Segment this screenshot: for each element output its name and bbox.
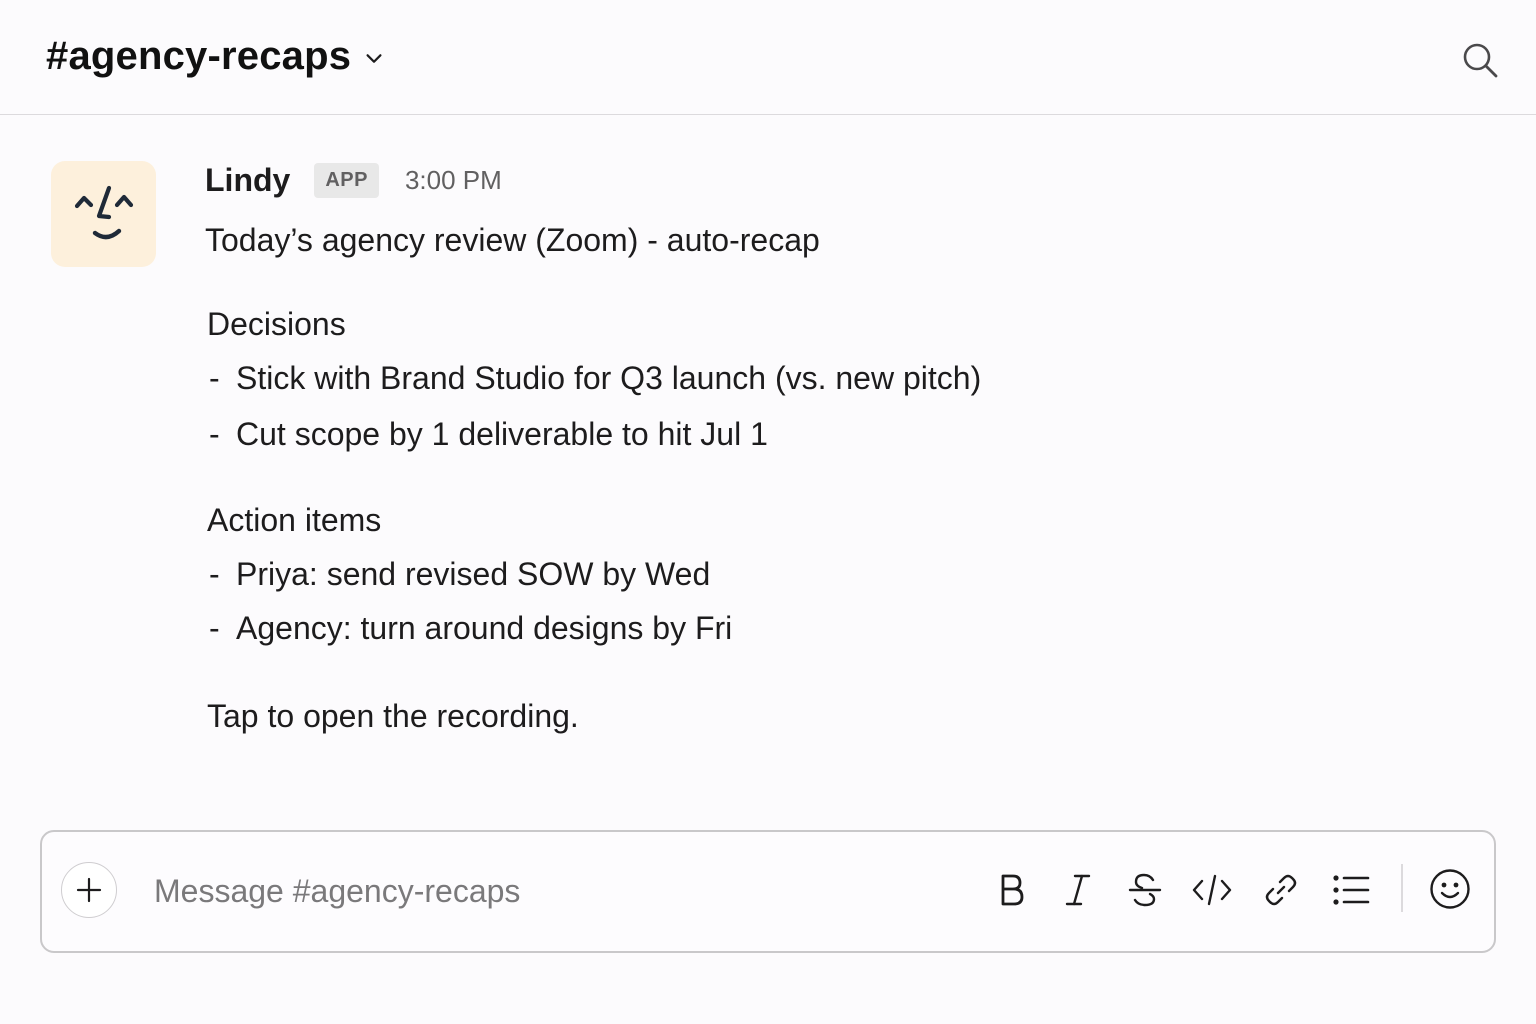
strikethrough-button[interactable] [1123, 868, 1167, 912]
avatar[interactable] [51, 161, 156, 267]
toolbar-divider [1401, 864, 1403, 912]
emoji-button[interactable] [1427, 866, 1473, 912]
bold-icon [1001, 874, 1024, 906]
action-item-text: Agency: turn around designs by Fri [236, 610, 733, 646]
add-attachment-button[interactable] [61, 862, 117, 918]
slack-channel-view: #agency-recaps Lindy APP 3:00 PM Today’s… [0, 0, 1536, 1024]
action-item-text: Priya: send revised SOW by Wed [236, 556, 711, 592]
bullet-marker: - [209, 416, 220, 452]
bold-button[interactable] [990, 868, 1034, 912]
message-title: Today’s agency review (Zoom) - auto-reca… [205, 222, 820, 258]
add-icon [76, 877, 102, 903]
message-header: Lindy APP 3:00 PM [205, 162, 502, 199]
code-button[interactable] [1190, 868, 1234, 912]
lindy-face-icon [74, 185, 133, 240]
bulleted-list-icon [1333, 875, 1370, 905]
bullet-marker: - [209, 556, 220, 592]
message-input[interactable] [154, 868, 954, 914]
code-icon [1192, 874, 1232, 906]
sender-name[interactable]: Lindy [205, 162, 290, 199]
recording-link-text[interactable]: Tap to open the recording. [207, 696, 579, 736]
decisions-heading: Decisions [207, 306, 346, 342]
bullet-marker: - [209, 360, 220, 396]
list-item: - Agency: turn around designs by Fri [205, 608, 732, 648]
link-icon [1265, 874, 1297, 906]
channel-title-button[interactable]: #agency-recaps [46, 34, 385, 79]
chevron-down-icon [366, 53, 382, 63]
emoji-icon [1430, 869, 1470, 909]
search-button[interactable] [1460, 40, 1500, 80]
list-item: - Cut scope by 1 deliverable to hit Jul … [205, 414, 768, 454]
timestamp[interactable]: 3:00 PM [405, 165, 502, 196]
decision-text: Cut scope by 1 deliverable to hit Jul 1 [236, 416, 768, 452]
bulleted-list-button[interactable] [1329, 868, 1373, 912]
link-button[interactable] [1259, 868, 1303, 912]
action-items-heading: Action items [207, 502, 382, 538]
italic-button[interactable] [1056, 868, 1100, 912]
bullet-marker: - [209, 610, 220, 646]
list-item: - Priya: send revised SOW by Wed [205, 554, 710, 594]
channel-header: #agency-recaps [0, 0, 1536, 115]
message-composer [40, 830, 1496, 953]
search-icon [1463, 43, 1498, 78]
app-badge: APP [314, 163, 379, 198]
list-item: - Stick with Brand Studio for Q3 launch … [205, 358, 981, 398]
decision-text: Stick with Brand Studio for Q3 launch (v… [236, 360, 982, 396]
strikethrough-icon [1128, 873, 1162, 907]
italic-icon [1065, 874, 1091, 906]
channel-name: #agency-recaps [46, 34, 352, 78]
